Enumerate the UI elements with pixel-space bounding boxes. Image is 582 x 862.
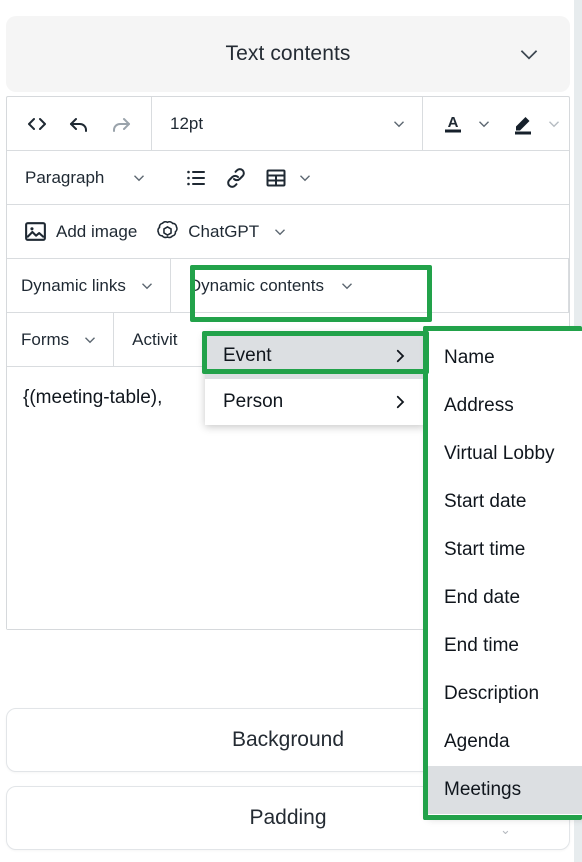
add-image-button[interactable]: Add image [23, 219, 137, 244]
dynamic-contents-label: Dynamic contents [188, 275, 324, 295]
submenu-item-description[interactable]: Description [428, 670, 582, 718]
forms-label: Forms [21, 329, 70, 349]
toolbar-history-group [7, 97, 152, 150]
event-submenu: Name Address Virtual Lobby Start date St… [428, 330, 582, 816]
svg-text:A: A [448, 114, 459, 131]
submenu-item-label: Address [444, 395, 514, 416]
dynamic-links-label: Dynamic links [21, 275, 126, 295]
text-contents-header[interactable]: Text contents [6, 16, 570, 92]
submenu-item-virtual-lobby[interactable]: Virtual Lobby [428, 430, 582, 478]
menu-item-event[interactable]: Event [205, 333, 425, 379]
submenu-item-label: End date [444, 587, 521, 608]
dynamic-links-button[interactable]: Dynamic links [7, 259, 171, 312]
submenu-item-label: Virtual Lobby [444, 443, 555, 464]
submenu-item-label: Start date [444, 491, 527, 512]
submenu-item-label: Agenda [444, 731, 510, 752]
toolbar-row-2: Paragraph [7, 151, 569, 205]
chevron-right-icon [391, 393, 409, 411]
code-icon[interactable] [17, 104, 57, 144]
submenu-item-label: Name [444, 347, 495, 368]
image-icon [23, 219, 48, 244]
toolbar-row-1: 12pt A [7, 97, 569, 151]
chevron-down-icon[interactable] [545, 115, 563, 133]
add-image-label: Add image [56, 221, 138, 241]
highlight-pen-icon[interactable] [503, 104, 543, 144]
submenu-item-label: Meetings [444, 779, 522, 800]
font-size-value: 12pt [170, 113, 204, 133]
link-icon[interactable] [216, 158, 256, 198]
chevron-down-icon[interactable] [296, 169, 314, 187]
text-contents-panel: Text contents 12pt A Paragraph Add image… [0, 0, 582, 862]
chatgpt-label: ChatGPT [188, 221, 260, 241]
page-title: Text contents [225, 42, 351, 65]
chatgpt-button[interactable]: ChatGPT [155, 219, 289, 244]
block-format-selector[interactable]: Paragraph [25, 168, 148, 188]
chatgpt-icon [155, 219, 180, 244]
toolbar-row-3: Add image ChatGPT [7, 205, 569, 259]
activities-label: Activit [132, 329, 178, 349]
font-color-icon[interactable]: A [433, 104, 473, 144]
submenu-item-label: Start time [444, 539, 526, 560]
block-format-value: Paragraph [25, 167, 105, 187]
chevron-down-icon[interactable] [516, 41, 542, 67]
chevron-down-icon[interactable] [130, 169, 148, 187]
bullet-list-icon[interactable] [176, 158, 216, 198]
toolbar-format-group: Paragraph [7, 151, 314, 204]
forms-button[interactable]: Forms [7, 313, 115, 366]
toolbar-color-group: A [423, 97, 569, 150]
submenu-item-meetings[interactable]: Meetings [428, 766, 582, 814]
menu-item-event-label: Event [223, 345, 272, 366]
redo-icon[interactable] [101, 104, 141, 144]
menu-item-person[interactable]: Person [205, 379, 425, 425]
chevron-down-icon[interactable] [271, 223, 289, 241]
chevron-down-icon[interactable] [138, 277, 156, 295]
chevron-down-icon[interactable] [390, 115, 408, 133]
table-icon[interactable] [256, 158, 296, 198]
submenu-item-label: Description [444, 683, 540, 704]
toolbar-row-dynamic: Dynamic links Dynamic contents [7, 259, 569, 313]
section-padding-label: Padding [249, 806, 327, 829]
dynamic-contents-menu: Event Person [205, 333, 425, 425]
font-size-selector[interactable]: 12pt [152, 97, 423, 150]
submenu-item-start-time[interactable]: Start time [428, 526, 582, 574]
submenu-item-name[interactable]: Name [428, 334, 582, 382]
chevron-down-icon[interactable] [81, 331, 99, 349]
dynamic-contents-button[interactable]: Dynamic contents [171, 259, 569, 312]
chevron-down-icon[interactable] [338, 277, 356, 295]
submenu-item-label: End time [444, 635, 519, 656]
submenu-item-address[interactable]: Address [428, 382, 582, 430]
section-background-label: Background [231, 728, 345, 751]
submenu-item-agenda[interactable]: Agenda [428, 718, 582, 766]
submenu-item-start-date[interactable]: Start date [428, 478, 582, 526]
undo-icon[interactable] [59, 104, 99, 144]
menu-item-person-label: Person [223, 391, 284, 412]
editor-content-text: {(meeting-table), [23, 387, 163, 408]
submenu-item-end-date[interactable]: End date [428, 574, 582, 622]
chevron-right-icon [391, 347, 409, 365]
decorative-mark: ⌄ [500, 822, 511, 837]
submenu-item-end-time[interactable]: End time [428, 622, 582, 670]
chevron-down-icon[interactable] [475, 115, 493, 133]
